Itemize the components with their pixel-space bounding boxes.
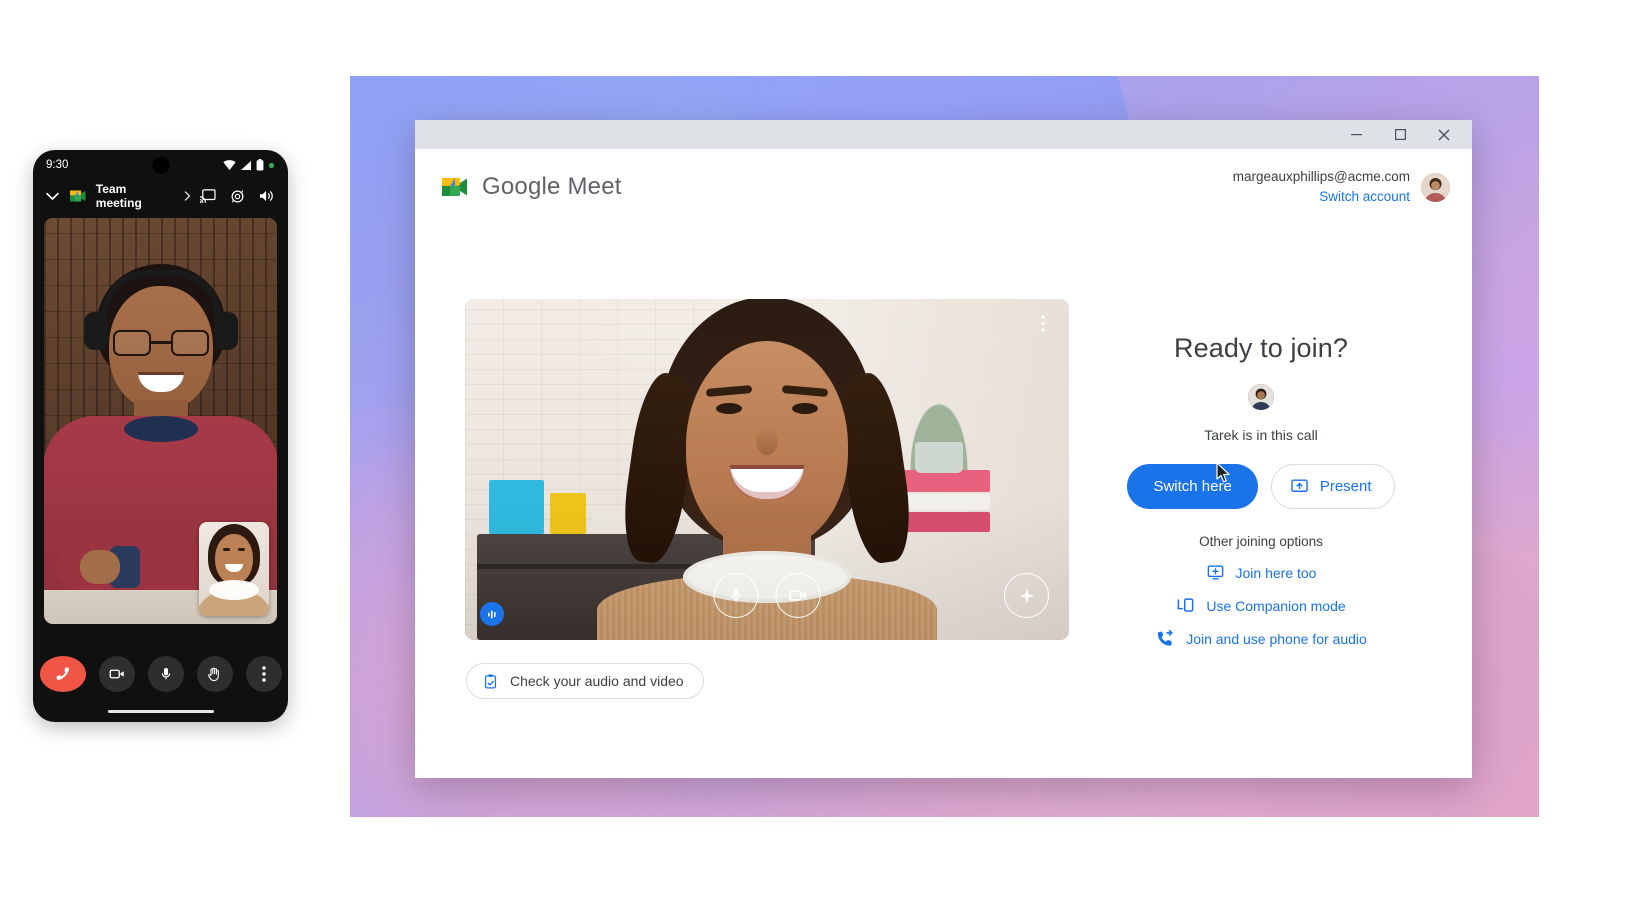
preview-mic-button[interactable] (714, 573, 759, 618)
option-label: Use Companion mode (1206, 598, 1345, 614)
phone-status-icons (223, 159, 275, 171)
present-screen-icon (1290, 477, 1309, 496)
brand-title: Google Meet (482, 173, 622, 201)
participant-avatar-icon (1248, 384, 1274, 410)
preview-more-button[interactable] (1030, 310, 1056, 336)
phone-meeting-bar: Team meeting (33, 180, 288, 212)
google-meet-logo-icon (439, 174, 469, 200)
audio-level-indicator (480, 602, 504, 626)
brand: Google Meet (439, 173, 622, 201)
raised-hand-icon (206, 666, 223, 683)
present-label: Present (1320, 478, 1372, 495)
google-meet-logo-icon (68, 188, 87, 204)
check-audio-video-button[interactable]: Check your audio and video (466, 663, 704, 699)
phone-status-bar: 9:30 (33, 150, 288, 180)
minimize-icon (1351, 129, 1362, 140)
maximize-icon (1395, 129, 1406, 140)
battery-icon (256, 159, 264, 171)
switch-account-link[interactable]: Switch account (1233, 187, 1410, 207)
phone-top-actions (200, 189, 275, 204)
preview-column: Check your audio and video (415, 225, 1050, 778)
more-vert-icon (262, 666, 266, 682)
phone-camera-button[interactable] (99, 656, 135, 692)
add-screen-icon (1206, 563, 1225, 582)
clipboard-check-icon (482, 673, 499, 690)
account-avatar-icon (1421, 173, 1450, 202)
close-button[interactable] (1422, 120, 1466, 149)
end-call-icon (53, 664, 73, 684)
phone-more-options-button[interactable] (246, 656, 282, 692)
phone-status-time: 9:30 (46, 159, 68, 171)
window-body: Google Meet margeauxphillips@acme.com Sw… (415, 149, 1472, 778)
chevron-down-icon[interactable] (46, 192, 59, 201)
meet-main: Check your audio and video Ready to join… (415, 225, 1472, 778)
preview-controls (714, 573, 821, 618)
self-video-preview (465, 299, 1069, 640)
microphone-icon (727, 586, 746, 605)
video-camera-icon (108, 665, 126, 683)
cta-row: Switch here Present (1127, 464, 1394, 509)
phone-meeting-title: Team meeting (96, 182, 175, 210)
phone-device: 9:30 (33, 150, 288, 722)
companion-mode-icon (1176, 596, 1195, 615)
meet-window: Google Meet margeauxphillips@acme.com Sw… (415, 120, 1472, 778)
page-title: Ready to join? (1174, 333, 1348, 364)
phone-camera-notch (152, 157, 169, 174)
preview-camera-button[interactable] (776, 573, 821, 618)
microphone-icon (158, 666, 174, 682)
audio-level-icon (486, 608, 499, 621)
option-use-companion-mode[interactable]: Use Companion mode (1176, 596, 1345, 615)
phone-main-video (44, 218, 277, 624)
close-icon (1438, 129, 1450, 141)
flip-camera-icon[interactable] (229, 189, 246, 204)
option-label: Join and use phone for audio (1186, 631, 1367, 647)
account-text: margeauxphillips@acme.com Switch account (1233, 167, 1410, 206)
phone-forward-icon (1155, 629, 1175, 649)
wifi-icon (223, 160, 236, 171)
maximize-button[interactable] (1378, 120, 1422, 149)
option-join-and-use-phone-for-audio[interactable]: Join and use phone for audio (1155, 629, 1367, 649)
phone-self-thumbnail[interactable] (199, 522, 269, 616)
participant-avatar (1248, 384, 1274, 410)
window-titlebar (415, 120, 1472, 149)
phone-mic-button[interactable] (148, 656, 184, 692)
in-call-text: Tarek is in this call (1204, 427, 1318, 443)
video-camera-icon (788, 585, 809, 606)
present-button[interactable]: Present (1271, 464, 1395, 509)
other-options-label: Other joining options (1199, 534, 1323, 549)
screenshot-root: Google Meet margeauxphillips@acme.com Sw… (0, 0, 1651, 921)
option-label: Join here too (1236, 565, 1317, 581)
signal-icon (240, 160, 252, 171)
minimize-button[interactable] (1334, 120, 1378, 149)
sparkle-effects-icon (1017, 586, 1037, 606)
chevron-right-icon[interactable] (184, 191, 191, 201)
phone-home-indicator (108, 710, 214, 713)
check-audio-video-label: Check your audio and video (510, 673, 684, 689)
phone-end-call-button[interactable] (40, 656, 86, 692)
cast-icon[interactable] (200, 189, 216, 203)
account-email: margeauxphillips@acme.com (1233, 167, 1410, 187)
account-block: margeauxphillips@acme.com Switch account (1233, 167, 1450, 206)
option-join-here-too[interactable]: Join here too (1206, 563, 1317, 582)
phone-raise-hand-button[interactable] (197, 656, 233, 692)
recording-dot-icon (268, 162, 275, 169)
phone-call-controls (33, 656, 288, 692)
preview-effects-button[interactable] (1004, 573, 1049, 618)
switch-here-button[interactable]: Switch here (1127, 464, 1257, 509)
avatar[interactable] (1421, 173, 1450, 202)
speaker-icon[interactable] (259, 189, 275, 203)
join-panel: Ready to join? Tarek is in this call Swi… (1050, 225, 1472, 778)
meet-header: Google Meet margeauxphillips@acme.com Sw… (415, 149, 1472, 225)
more-vert-icon (1041, 315, 1045, 332)
